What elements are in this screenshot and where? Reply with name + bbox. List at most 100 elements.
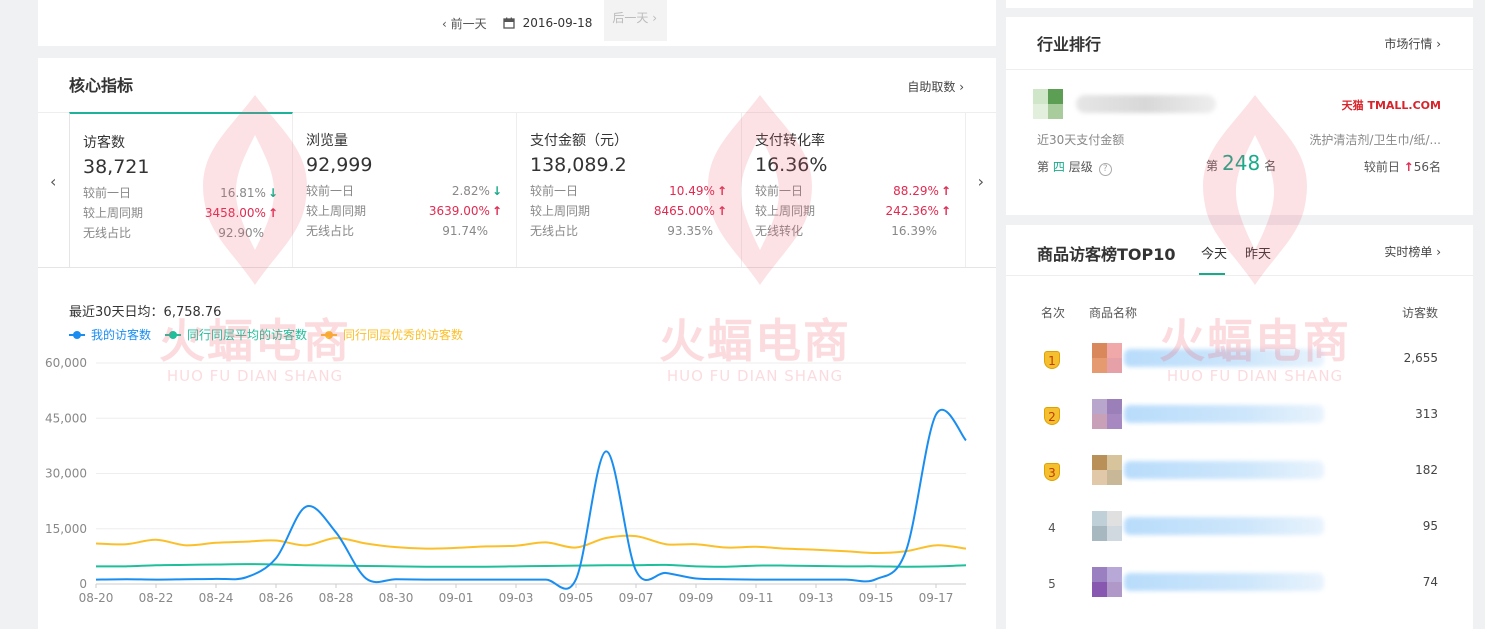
thirty-day-average: 最近30天日均：6,758.76 <box>69 305 222 320</box>
product-name-redacted <box>1124 461 1324 479</box>
product-visitor-top10-panel: 商品访客榜TOP10 今天 昨天 实时榜单 › 名次 商品名称 访客数 1 2,… <box>1006 225 1473 629</box>
table-row[interactable]: 3 182 <box>1006 443 1473 499</box>
realtime-ranking-link[interactable]: 实时榜单 › <box>1384 243 1441 260</box>
x-tick-label: 08-22 <box>139 591 174 605</box>
metric-row-label: 无线占比 <box>83 226 132 240</box>
date-navigator: ‹ 前一天 2016-09-18 后一天 › <box>442 0 668 41</box>
metric-card-payment-amount[interactable]: 支付金额（元） 138,089.2 较前一日 10.49% 较上周同期 8465.0… <box>517 112 742 267</box>
series-line <box>95 408 967 590</box>
y-tick-label: 0 <box>79 577 87 591</box>
tab-today[interactable]: 今天 <box>1201 243 1227 262</box>
table-row[interactable]: 1 2,655 <box>1006 331 1473 387</box>
product-thumbnail <box>1092 343 1122 373</box>
metric-row-value: 88.29% <box>893 181 951 201</box>
tab-yesterday[interactable]: 昨天 <box>1245 243 1271 262</box>
x-tick-label: 08-26 <box>259 591 294 605</box>
visitor-count: 313 <box>1415 407 1438 421</box>
legend-swatch <box>321 330 338 340</box>
shop-logo-icon <box>1033 89 1063 119</box>
visitor-trend-chart: 0 15,000 30,000 45,000 60,000 08-20 08-22 08-24… <box>45 356 967 605</box>
metric-name: 支付转化率 <box>755 133 825 149</box>
metric-row-value: 92.90% <box>218 226 264 240</box>
metric-name: 浏览量 <box>306 133 348 149</box>
column-header-rank: 名次 <box>1041 306 1066 320</box>
series-line <box>95 534 967 555</box>
market-trend-link[interactable]: 市场行情 › <box>1384 35 1441 52</box>
carousel-prev-button[interactable]: ‹ <box>50 172 56 191</box>
self-service-data-link[interactable]: 自助取数 › <box>907 78 964 95</box>
metric-row-value: 242.36% <box>886 201 951 221</box>
rank-change-label: 较前日 <box>1363 160 1400 174</box>
rank-number: 5 <box>1048 577 1056 591</box>
product-thumbnail <box>1092 455 1122 485</box>
metric-row-label: 无线占比 <box>306 224 355 238</box>
tier-number: 四 <box>1052 160 1065 174</box>
chart-legend: 我的访客数 同行同层平均的访客数 同行同层优秀的访客数 <box>69 326 477 343</box>
metric-name: 访客数 <box>83 135 125 151</box>
metric-row-label: 无线转化 <box>755 224 804 238</box>
metric-card-visitors[interactable]: 访客数 38,721 较前一日 16.81% 较上周同期 3458.00% 无线占比… <box>69 112 293 267</box>
metric-name: 支付金额（元） <box>530 133 628 149</box>
metric-row-label: 较前一日 <box>83 186 132 200</box>
legend-item-peer-excellent[interactable]: 同行同层优秀的访客数 <box>321 326 463 343</box>
legend-item-peer-average[interactable]: 同行同层平均的访客数 <box>165 326 307 343</box>
chevron-right-icon: › <box>1436 245 1441 259</box>
table-row[interactable]: 2 313 <box>1006 387 1473 443</box>
x-tick-label: 09-11 <box>739 591 774 605</box>
table-row[interactable]: 5 74 <box>1006 555 1473 611</box>
current-date[interactable]: 2016-09-18 <box>523 16 593 30</box>
y-tick-label: 45,000 <box>45 411 87 425</box>
metric-card-pageviews[interactable]: 浏览量 92,999 较前一日 2.82% 较上周同期 3639.00% 无线占比 9… <box>293 112 517 267</box>
rank-medal-icon: 2 <box>1044 407 1060 425</box>
metric-card-conversion-rate[interactable]: 支付转化率 16.36% 较前一日 88.29% 较上周同期 242.36% 无线转… <box>742 112 966 267</box>
product-name-redacted <box>1124 405 1324 423</box>
product-thumbnail <box>1092 511 1122 541</box>
legend-item-my-visitors[interactable]: 我的访客数 <box>69 326 151 343</box>
table-row[interactable]: 4 95 <box>1006 499 1473 555</box>
x-tick-label: 09-15 <box>859 591 894 605</box>
rank-number: 4 <box>1048 521 1056 535</box>
column-header-product-name: 商品名称 <box>1089 306 1138 320</box>
tmall-logo: 天猫 TMALL.COM <box>1341 99 1441 112</box>
help-icon[interactable]: ? <box>1098 163 1112 176</box>
arrow-up-icon: ↑ <box>1403 160 1414 174</box>
legend-swatch <box>69 330 85 340</box>
series-line <box>95 563 967 568</box>
metric-row-label: 较前一日 <box>530 184 579 198</box>
rank-change-value: 56名 <box>1413 160 1441 174</box>
market-trend-label: 市场行情 <box>1384 37 1433 51</box>
product-thumbnail <box>1092 399 1122 429</box>
rank-position: 第 248 名 <box>1206 151 1276 175</box>
next-day-button[interactable]: 后一天 › <box>604 0 668 41</box>
legend-label: 我的访客数 <box>91 328 152 342</box>
product-thumbnail <box>1092 567 1122 597</box>
visitor-count: 95 <box>1422 519 1438 533</box>
metric-row-value: 91.74% <box>442 224 488 238</box>
calendar-icon[interactable] <box>502 17 515 29</box>
shop-name-redacted <box>1076 95 1216 113</box>
rank-medal-icon: 3 <box>1044 463 1060 481</box>
metric-row-value: 2.82% <box>452 181 502 201</box>
metric-row-value: 8465.00% <box>654 201 727 221</box>
y-tick-label: 15,000 <box>45 522 87 536</box>
x-tick-label: 09-01 <box>439 591 474 605</box>
self-service-data-label: 自助取数 <box>907 80 956 94</box>
metric-value: 138,089.2 <box>530 154 627 176</box>
y-tick-label: 30,000 <box>45 467 87 481</box>
date-bar: ‹ 前一天 2016-09-18 后一天 › <box>38 0 996 46</box>
tier-prefix: 第 <box>1037 160 1050 174</box>
metric-row-value: 10.49% <box>669 181 727 201</box>
prev-day-button[interactable]: ‹ 前一天 <box>442 15 487 32</box>
x-tick-label: 09-09 <box>679 591 714 605</box>
x-tick-label: 08-30 <box>379 591 414 605</box>
metric-row-label: 较上周同期 <box>755 204 816 218</box>
tier-info: 第 四 层级? <box>1037 158 1112 176</box>
metric-row-label: 较上周同期 <box>306 204 367 218</box>
product-name-redacted <box>1124 349 1324 367</box>
metric-row-value: 93.35% <box>667 224 713 238</box>
carousel-next-button[interactable]: › <box>978 172 984 191</box>
legend-swatch <box>165 330 182 340</box>
chevron-right-icon: › <box>1436 37 1441 51</box>
x-tick-label: 08-24 <box>199 591 234 605</box>
next-day-label: 后一天 <box>612 11 649 25</box>
